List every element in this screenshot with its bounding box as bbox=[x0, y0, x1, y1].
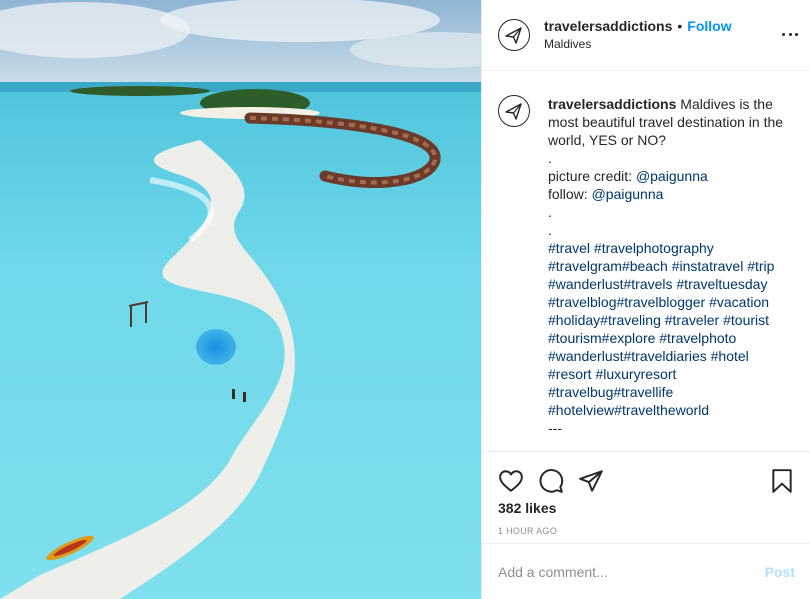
caption: travelersaddictions Maldives is the most… bbox=[548, 95, 792, 451]
hashtag-line[interactable]: #wanderlust#travels #traveltuesday bbox=[548, 275, 792, 293]
comment-input[interactable] bbox=[498, 563, 765, 580]
caption-follow-line: follow: @paigunna bbox=[548, 185, 792, 203]
caption-line: . bbox=[548, 150, 552, 166]
airplane-icon bbox=[505, 103, 522, 120]
follow-button[interactable]: Follow bbox=[687, 18, 731, 35]
username[interactable]: travelersaddictions bbox=[544, 18, 672, 35]
hashtag-line[interactable]: #travelgram#beach #instatravel #trip bbox=[548, 257, 792, 275]
credit-label: picture credit: bbox=[548, 168, 636, 184]
hashtag-line[interactable]: #travelblog#travelblogger #vacation bbox=[548, 293, 792, 311]
dot bbox=[795, 32, 798, 36]
caption-avatar[interactable] bbox=[498, 95, 530, 127]
hashtag-line[interactable]: #tourism#explore #travelphoto bbox=[548, 329, 792, 347]
airplane-icon bbox=[505, 27, 522, 44]
likes-count[interactable]: 382 likes bbox=[482, 500, 810, 516]
caption-credit-line: picture credit: @paigunna bbox=[548, 167, 792, 185]
follow-label: follow: bbox=[548, 186, 592, 202]
avatar[interactable] bbox=[498, 19, 530, 51]
heart-icon[interactable] bbox=[498, 468, 524, 494]
post-comment-button[interactable]: Post bbox=[765, 564, 795, 580]
maldives-photo bbox=[0, 0, 481, 599]
caption-end: --- bbox=[548, 420, 562, 436]
hashtag-line[interactable]: #travel #travelphotography bbox=[548, 239, 792, 257]
credit-handle-link[interactable]: @paigunna bbox=[636, 168, 708, 184]
header-top-row: travelersaddictions • Follow bbox=[544, 18, 732, 35]
dot bbox=[782, 32, 785, 36]
bookmark-icon[interactable] bbox=[769, 468, 795, 494]
caption-area: travelersaddictions Maldives is the most… bbox=[482, 71, 810, 451]
follow-handle-link[interactable]: @paigunna bbox=[592, 186, 664, 202]
hashtag-line[interactable]: #wanderlust#traveldiaries #hotel bbox=[548, 347, 792, 365]
hashtag-line[interactable]: #hotelview#traveltheworld bbox=[548, 401, 792, 419]
caption-line: . bbox=[548, 204, 552, 220]
hashtag-line[interactable]: #resort #luxuryresort bbox=[548, 365, 792, 383]
comment-icon[interactable] bbox=[538, 468, 564, 494]
comment-box: Post bbox=[482, 543, 810, 599]
post-side-panel: travelersaddictions • Follow Maldives tr… bbox=[481, 0, 810, 599]
instagram-post: travelersaddictions • Follow Maldives tr… bbox=[0, 0, 810, 599]
caption-username[interactable]: travelersaddictions bbox=[548, 96, 676, 112]
post-timestamp[interactable]: 1 HOUR AGO bbox=[482, 526, 810, 536]
more-options-icon[interactable] bbox=[782, 26, 798, 42]
separator-dot: • bbox=[677, 17, 683, 34]
paper-plane-icon[interactable] bbox=[578, 468, 604, 494]
dot bbox=[788, 32, 792, 36]
post-header: travelersaddictions • Follow Maldives bbox=[482, 0, 810, 71]
hashtag-line[interactable]: #holiday#traveling #traveler #tourist bbox=[548, 311, 792, 329]
action-icons bbox=[482, 452, 810, 498]
hashtag-line[interactable]: #travelbug#travellife bbox=[548, 383, 792, 401]
post-photo[interactable] bbox=[0, 0, 481, 599]
header-meta: travelersaddictions • Follow Maldives bbox=[544, 18, 732, 53]
location-link[interactable]: Maldives bbox=[544, 36, 732, 53]
caption-line: . bbox=[548, 222, 552, 238]
